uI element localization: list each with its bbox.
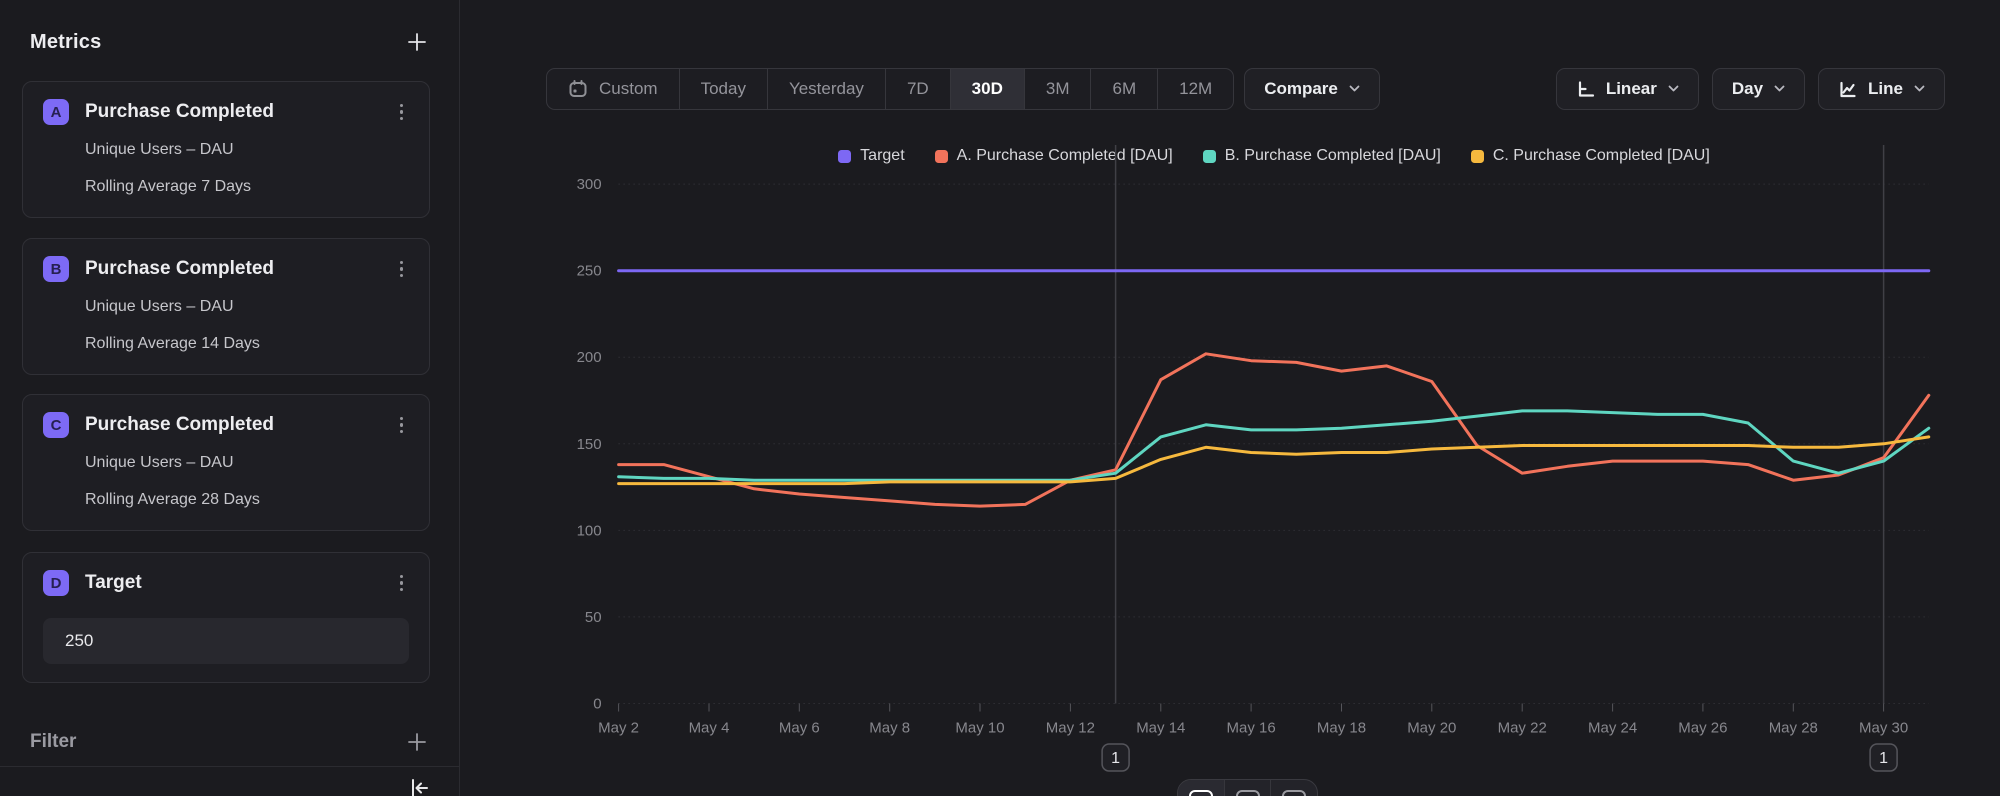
metric-card-b[interactable]: B Purchase Completed Unique Users – DAU … bbox=[22, 238, 430, 375]
metric-title: Purchase Completed bbox=[85, 414, 378, 436]
chart-size-control bbox=[1177, 779, 1318, 796]
metric-badge-b: B bbox=[43, 256, 69, 282]
y-axis-label: 250 bbox=[577, 263, 602, 280]
metric-rolling-average: Rolling Average 14 Days bbox=[85, 335, 409, 353]
metric-badge-a: A bbox=[43, 99, 69, 125]
y-axis-label: 150 bbox=[577, 436, 602, 453]
x-axis-label: May 20 bbox=[1407, 720, 1456, 737]
x-axis-label: May 18 bbox=[1317, 720, 1366, 737]
sidebar-header: Metrics bbox=[30, 30, 429, 54]
svg-text:1: 1 bbox=[1879, 750, 1888, 767]
target-value-input[interactable]: 250 bbox=[43, 618, 409, 664]
chart-size-large-button[interactable] bbox=[1178, 780, 1225, 796]
x-axis-label: May 16 bbox=[1226, 720, 1275, 737]
y-axis-label: 50 bbox=[585, 609, 602, 626]
sidebar-footer bbox=[0, 766, 459, 796]
metrics-title: Metrics bbox=[30, 31, 101, 54]
filter-section: Filter bbox=[30, 730, 429, 754]
annotation-badge[interactable]: 1 bbox=[1102, 744, 1129, 771]
metric-card-title-row: B Purchase Completed bbox=[43, 256, 409, 282]
collapse-left-icon bbox=[409, 778, 431, 796]
metric-card-c[interactable]: C Purchase Completed Unique Users – DAU … bbox=[22, 394, 430, 531]
add-filter-button[interactable] bbox=[405, 730, 429, 754]
x-axis-label: May 12 bbox=[1046, 720, 1095, 737]
metric-badge-d: D bbox=[43, 570, 69, 596]
x-axis-label: May 24 bbox=[1588, 720, 1637, 737]
x-axis-label: May 26 bbox=[1678, 720, 1727, 737]
metric-menu-button[interactable] bbox=[394, 100, 410, 125]
y-axis-label: 100 bbox=[577, 522, 602, 539]
metric-menu-button[interactable] bbox=[394, 571, 410, 596]
x-axis-label: May 4 bbox=[689, 720, 730, 737]
chart-size-small-button[interactable] bbox=[1271, 780, 1317, 796]
target-card[interactable]: D Target 250 bbox=[22, 552, 430, 683]
x-axis-label: May 6 bbox=[779, 720, 820, 737]
x-axis-label: May 10 bbox=[955, 720, 1004, 737]
line-chart-canvas[interactable]: 0 50 100 150 200 250 300 May 2 May 4 May 6 May 8 Ma… bbox=[460, 0, 2000, 796]
annotation-badge[interactable]: 1 bbox=[1870, 744, 1897, 771]
metric-card-title-row: C Purchase Completed bbox=[43, 412, 409, 438]
x-axis-label: May 14 bbox=[1136, 720, 1185, 737]
metric-menu-button[interactable] bbox=[394, 257, 410, 282]
metric-card-a[interactable]: A Purchase Completed Unique Users – DAU … bbox=[22, 81, 430, 218]
chart-size-small-icon bbox=[1282, 790, 1306, 796]
target-card-title-row: D Target bbox=[43, 570, 409, 596]
target-title: Target bbox=[85, 572, 378, 594]
y-axis-label: 300 bbox=[577, 176, 602, 193]
metric-badge-c: C bbox=[43, 412, 69, 438]
chart-size-medium-button[interactable] bbox=[1225, 780, 1272, 796]
metric-measure: Unique Users – DAU bbox=[85, 298, 409, 316]
metrics-sidebar: Metrics A Purchase Completed Unique User… bbox=[0, 0, 460, 796]
metric-measure: Unique Users – DAU bbox=[85, 141, 409, 159]
y-axis-label: 200 bbox=[577, 349, 602, 366]
metrics-dashboard: Metrics A Purchase Completed Unique User… bbox=[0, 0, 2000, 796]
x-axis-label: May 2 bbox=[598, 720, 639, 737]
x-axis-label: May 8 bbox=[869, 720, 910, 737]
metric-title: Purchase Completed bbox=[85, 258, 378, 280]
y-axis-label: 0 bbox=[593, 696, 601, 713]
metric-card-title-row: A Purchase Completed bbox=[43, 99, 409, 125]
plus-icon bbox=[406, 731, 428, 753]
collapse-sidebar-button[interactable] bbox=[409, 778, 431, 796]
metric-title: Purchase Completed bbox=[85, 101, 378, 123]
metric-menu-button[interactable] bbox=[394, 413, 410, 438]
chart-size-medium-icon bbox=[1236, 790, 1260, 796]
metric-rolling-average: Rolling Average 28 Days bbox=[85, 491, 409, 509]
x-axis-label: May 22 bbox=[1498, 720, 1547, 737]
metric-measure: Unique Users – DAU bbox=[85, 454, 409, 472]
svg-text:1: 1 bbox=[1111, 750, 1120, 767]
x-axis-label: May 30 bbox=[1859, 720, 1908, 737]
metric-rolling-average: Rolling Average 7 Days bbox=[85, 178, 409, 196]
filter-label: Filter bbox=[30, 731, 76, 753]
x-axis-label: May 28 bbox=[1769, 720, 1818, 737]
chart-size-large-icon bbox=[1189, 790, 1213, 796]
add-metric-button[interactable] bbox=[405, 30, 429, 54]
plus-icon bbox=[406, 31, 428, 53]
